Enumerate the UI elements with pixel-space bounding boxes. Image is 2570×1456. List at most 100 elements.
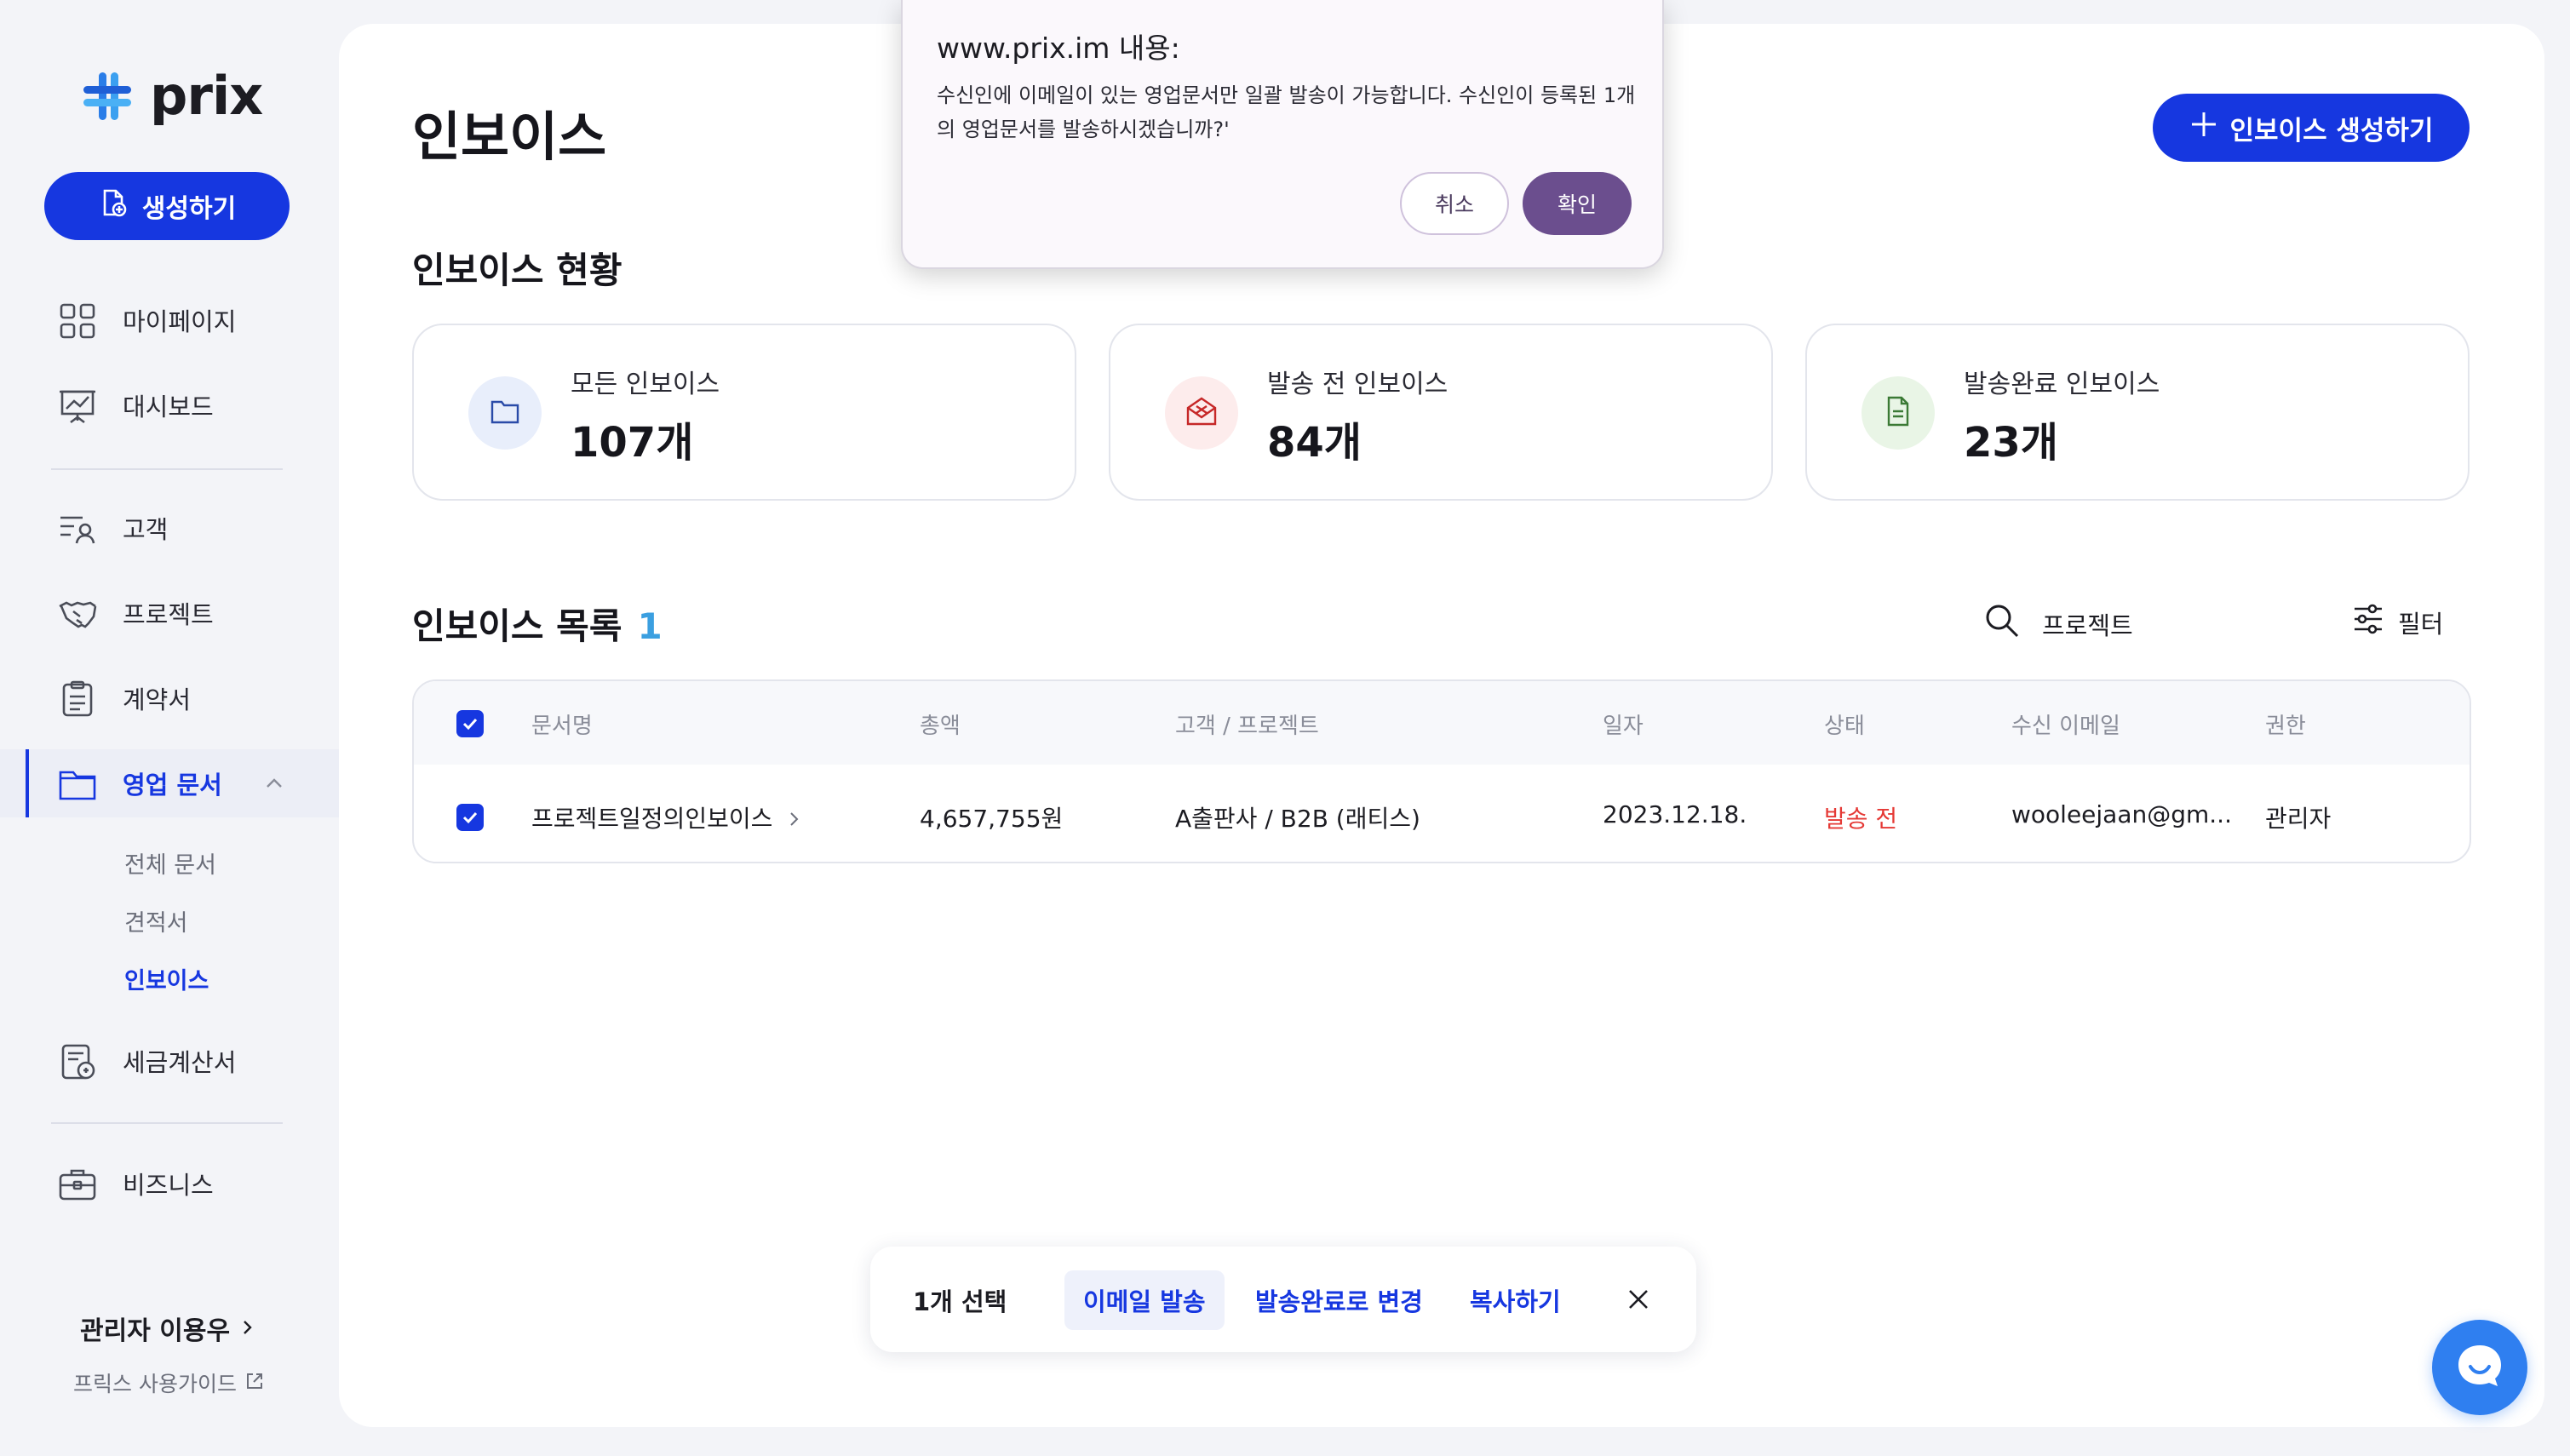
logo-text: prix: [150, 65, 263, 127]
sidebar-item-sales-documents[interactable]: 영업 문서: [0, 749, 339, 817]
client-project: A출판사 / B2B (래티스): [1175, 805, 1420, 833]
logo[interactable]: prix: [80, 65, 263, 127]
document-date: 2023.12.18.: [1603, 800, 1747, 828]
stat-label: 발송 전 인보이스: [1267, 370, 1448, 399]
document-name-link[interactable]: 프로젝트일정의인보이스: [531, 800, 800, 834]
chevron-right-icon: [238, 1314, 255, 1344]
confirm-dialog: www.prix.im 내용: 수신인에 이메일이 있는 영업문서만 일괄 발송…: [901, 0, 1664, 269]
handshake-icon: [58, 594, 97, 633]
stat-label: 모든 인보이스: [571, 370, 720, 399]
column-header[interactable]: 수신 이메일: [2011, 708, 2120, 740]
stat-value: 84개: [1267, 419, 1362, 467]
briefcase-icon: [58, 1165, 97, 1204]
column-header[interactable]: 문서명: [531, 708, 593, 740]
chat-icon: [2452, 1338, 2507, 1396]
mark-sent-button[interactable]: 발송완료로 변경: [1255, 1282, 1423, 1318]
filter-button[interactable]: 필터: [2352, 603, 2443, 641]
page-title: 인보이스: [412, 106, 607, 168]
file-plus-icon: [98, 187, 129, 225]
close-icon[interactable]: [1625, 1286, 1652, 1313]
sidebar-item-tax-invoices[interactable]: 세금계산서: [0, 1027, 339, 1095]
stat-label: 발송완료 인보이스: [1964, 370, 2160, 399]
sidebar-item-label: 대시보드: [123, 393, 214, 421]
stat-card-unsent[interactable]: 발송 전 인보이스 84개: [1109, 324, 1773, 501]
stat-card-sent[interactable]: 발송완료 인보이스 23개: [1805, 324, 2470, 501]
sidebar-item-customers[interactable]: 고객: [0, 494, 339, 562]
stat-value: 107개: [571, 419, 694, 467]
column-header[interactable]: 상태: [1824, 708, 1865, 740]
status-badge: 발송 전: [1824, 805, 1898, 833]
sidebar-item-label: 고객: [123, 515, 169, 544]
column-header[interactable]: 총액: [920, 708, 961, 740]
sidebar-item-business[interactable]: 비즈니스: [0, 1149, 339, 1218]
sidebar: prix 생성하기 마이페이지 대시보드 고객 프로젝트 계약서 영업 문서 전…: [0, 0, 339, 1456]
sidebar-item-projects[interactable]: 프로젝트: [0, 579, 339, 647]
stat-icon-circle: [468, 376, 542, 450]
chat-support-button[interactable]: [2432, 1320, 2527, 1415]
sidebar-divider: [51, 468, 283, 470]
customer-list-icon: [58, 509, 97, 548]
column-header[interactable]: 권한: [2265, 708, 2306, 740]
select-all-checkbox[interactable]: [456, 710, 484, 737]
search-input[interactable]: 프로젝트: [2042, 606, 2133, 642]
stat-icon-circle: [1165, 376, 1238, 450]
bulk-action-bar: 1개 선택 이메일 발송 발송완료로 변경 복사하기: [870, 1247, 1696, 1352]
sidebar-subitem-all-documents[interactable]: 전체 문서: [124, 846, 216, 880]
filter-label: 필터: [2398, 609, 2444, 639]
sidebar-item-label: 프로젝트: [123, 600, 214, 629]
document-name: 프로젝트일정의인보이스: [531, 805, 773, 833]
column-header[interactable]: 일자: [1603, 708, 1644, 740]
chart-board-icon: [58, 387, 97, 426]
clipboard-icon: [58, 679, 97, 719]
sidebar-subitem-invoices[interactable]: 인보이스: [124, 962, 209, 995]
status-section-title: 인보이스 현황: [412, 249, 622, 291]
chevron-right-icon: [787, 806, 800, 834]
grid-icon: [58, 301, 97, 341]
sidebar-item-label: 세금계산서: [123, 1048, 237, 1077]
sidebar-divider: [51, 1122, 283, 1124]
sidebar-item-mypage[interactable]: 마이페이지: [0, 286, 339, 354]
user-guide-label: 프릭스 사용가이드: [73, 1372, 237, 1396]
recipient-email: wooleejaan@gm...: [2011, 800, 2232, 828]
search-icon: [1984, 603, 2020, 645]
document-icon: [1882, 395, 1914, 431]
folder-icon: [58, 765, 97, 804]
admin-profile-link[interactable]: 관리자 이용우: [80, 1310, 255, 1347]
receipt-icon: [58, 1042, 97, 1081]
plus-icon: [2189, 110, 2218, 146]
row-checkbox[interactable]: [456, 804, 484, 831]
selected-count: 1개 선택: [913, 1287, 1007, 1316]
permission: 관리자: [2265, 805, 2332, 833]
sidebar-subitem-quotes[interactable]: 견적서: [124, 904, 188, 937]
stat-value: 23개: [1964, 419, 2058, 467]
create-invoice-button[interactable]: 인보이스 생성하기: [2153, 94, 2470, 162]
search-box[interactable]: 프로젝트: [1984, 603, 2133, 645]
column-header[interactable]: 고객 / 프로젝트: [1175, 708, 1319, 740]
sidebar-item-dashboard[interactable]: 대시보드: [0, 371, 339, 439]
user-guide-link[interactable]: 프릭스 사용가이드: [73, 1367, 264, 1398]
mail-open-icon: [1185, 394, 1219, 432]
dialog-cancel-button[interactable]: 취소: [1400, 172, 1509, 235]
dialog-message: 수신인에 이메일이 있는 영업문서만 일괄 발송이 가능합니다. 수신인이 등록…: [937, 83, 1636, 141]
chevron-up-icon[interactable]: [264, 773, 284, 794]
total-amount: 4,657,755원: [920, 805, 1064, 833]
invoice-table: 문서명 총액 고객 / 프로젝트 일자 상태 수신 이메일 권한 프로젝트일정의…: [412, 679, 2471, 863]
create-invoice-label: 인보이스 생성하기: [2229, 115, 2434, 146]
admin-name: 관리자 이용우: [80, 1316, 231, 1346]
create-button[interactable]: 생성하기: [44, 172, 290, 240]
stat-card-all[interactable]: 모든 인보이스 107개: [412, 324, 1076, 501]
list-count: 1: [637, 605, 663, 647]
copy-button[interactable]: 복사하기: [1470, 1282, 1561, 1318]
table-header: 문서명 총액 고객 / 프로젝트 일자 상태 수신 이메일 권한: [414, 681, 2470, 765]
sidebar-item-label: 비즈니스: [123, 1171, 214, 1200]
stat-icon-circle: [1862, 376, 1935, 450]
sliders-icon: [2352, 603, 2384, 641]
sidebar-item-label: 계약서: [123, 685, 192, 714]
dialog-ok-button[interactable]: 확인: [1523, 172, 1632, 235]
prix-logo-icon: [80, 69, 135, 123]
list-section-title: 인보이스 목록 1: [412, 598, 663, 650]
email-send-button[interactable]: 이메일 발송: [1064, 1270, 1225, 1330]
external-link-icon: [245, 1371, 264, 1396]
sidebar-item-contracts[interactable]: 계약서: [0, 664, 339, 732]
create-button-label: 생성하기: [141, 194, 237, 224]
